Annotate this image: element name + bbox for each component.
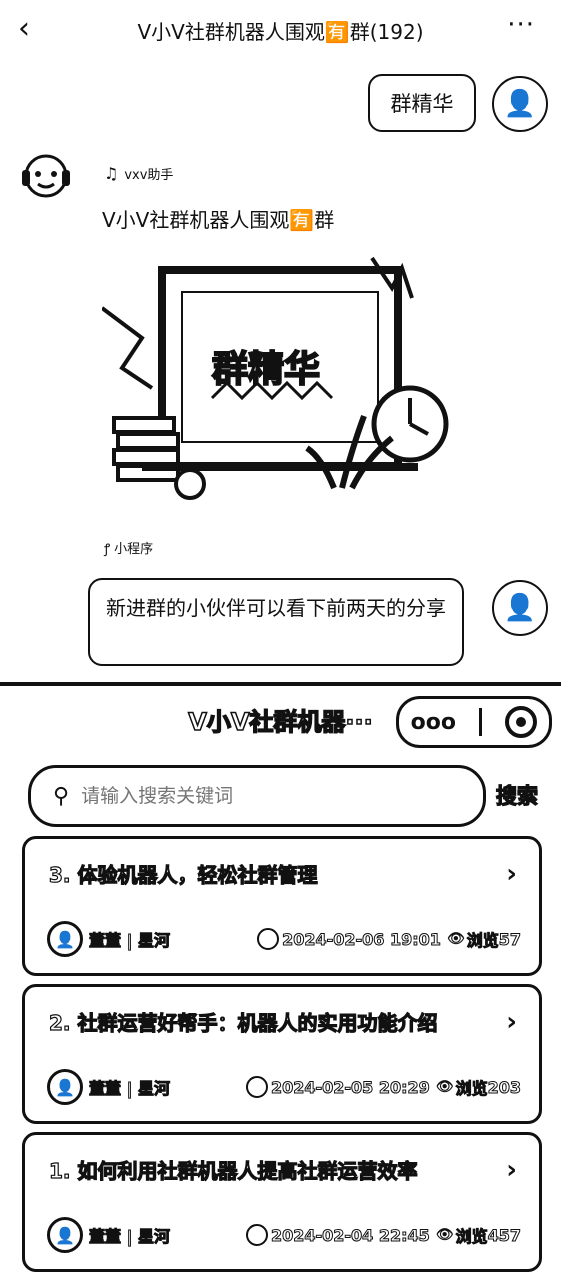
article-meta: 👤 董董 | 星河 2024-02-05 20:29 👁 浏览 203: [47, 1069, 522, 1105]
chevron-right-icon: ›: [506, 1007, 517, 1037]
more-button[interactable]: ···: [507, 10, 535, 40]
clock-icon: [257, 928, 280, 950]
card-footer: ꝭ 小程序: [104, 538, 153, 558]
card-cover-text: 群精华: [211, 348, 321, 391]
miniprogram-card[interactable]: V小V社群机器人围观🈶群 群精华 ꝭ 小程序: [88, 190, 460, 570]
card-cover-image: 群精华: [100, 248, 450, 510]
message-bubble[interactable]: 群精华: [368, 74, 476, 132]
article-time: 2024-02-06 19:01: [282, 929, 442, 949]
article-item[interactable]: 2. 社群运营好帮手：机器人的实用功能介绍 › 👤 董董 | 星河 2024-0…: [22, 984, 542, 1124]
article-item[interactable]: 3. 体验机器人，轻松社群管理 › 👤 董董 | 星河 2024-02-06 1…: [22, 836, 542, 976]
more-icon: ···: [507, 10, 535, 40]
article-title: 2. 社群运营好帮手：机器人的实用功能介绍: [48, 1010, 438, 1035]
search-input[interactable]: [79, 784, 454, 808]
close-circle-icon[interactable]: [505, 706, 538, 738]
article-title: 1. 如何利用社群机器人提高社群运营效率: [48, 1158, 418, 1183]
article-item[interactable]: 1. 如何利用社群机器人提高社群运营效率 › 👤 董董 | 星河 2024-02…: [22, 1132, 542, 1272]
article-author: 董董 | 星河: [89, 931, 171, 951]
chevron-right-icon: ›: [506, 1155, 517, 1185]
chat-title: V小V社群机器人围观🈶群(192): [137, 20, 424, 44]
person-icon: 👤: [503, 89, 537, 119]
message-text: 群精华: [390, 92, 454, 116]
eye-icon: 👁: [435, 1227, 454, 1243]
card-title: V小V社群机器人围观🈶群: [102, 208, 335, 232]
message-text: 新进群的小伙伴可以看下前两天的分享: [106, 596, 446, 620]
self-avatar[interactable]: 👤: [492, 580, 548, 636]
user-icon: 👤: [47, 1069, 83, 1105]
search-bar[interactable]: ⚲: [28, 765, 486, 827]
eye-icon: 👁: [435, 1079, 454, 1095]
article-meta: 👤 董董 | 星河 2024-02-06 19:01 👁 浏览 57: [47, 921, 522, 957]
eye-icon: 👁: [446, 931, 465, 947]
message-bubble[interactable]: 新进群的小伙伴可以看下前两天的分享: [88, 578, 464, 666]
user-icon: 👤: [47, 921, 83, 957]
views-label: 浏览: [455, 1227, 488, 1247]
search-button[interactable]: 搜索: [495, 780, 538, 810]
views-count: 203: [487, 1077, 521, 1097]
chevron-right-icon: ›: [506, 859, 517, 889]
sender-name: ♫ vxv助手: [104, 164, 174, 183]
views-count: 57: [498, 929, 521, 949]
bot-avatar[interactable]: [18, 150, 74, 206]
article-meta: 👤 董董 | 星河 2024-02-04 22:45 👁 浏览 457: [47, 1217, 522, 1253]
views-count: 457: [487, 1225, 521, 1245]
article-time: 2024-02-05 20:29: [270, 1077, 430, 1097]
article-author: 董董 | 星河: [89, 1227, 171, 1247]
article-time: 2024-02-04 22:45: [270, 1225, 430, 1245]
capsule-divider: [479, 708, 483, 736]
search-icon: ⚲: [53, 783, 70, 809]
article-title: 3. 体验机器人，轻松社群管理: [48, 862, 318, 887]
user-icon: 👤: [47, 1217, 83, 1253]
more-dots-icon[interactable]: ooo: [411, 710, 456, 735]
robot-icon: [22, 154, 70, 198]
divider: [0, 682, 561, 686]
views-label: 浏览: [466, 931, 499, 951]
clock-icon: [245, 1224, 268, 1246]
capsule-menu[interactable]: ooo: [396, 696, 552, 748]
self-avatar[interactable]: 👤: [492, 76, 548, 132]
miniprogram-icon: ꝭ: [104, 541, 111, 557]
person-icon: 👤: [503, 593, 537, 623]
music-note-icon: ♫: [104, 164, 119, 183]
clock-icon: [245, 1076, 268, 1098]
views-label: 浏览: [455, 1079, 488, 1099]
article-author: 董董 | 星河: [89, 1079, 171, 1099]
